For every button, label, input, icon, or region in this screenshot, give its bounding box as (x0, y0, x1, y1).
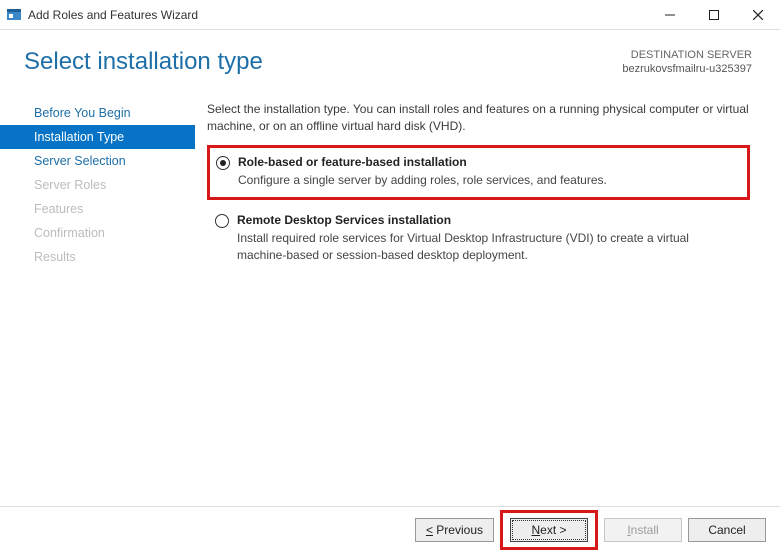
previous-button[interactable]: < Previous (415, 518, 494, 542)
sidebar-item-results: Results (0, 245, 195, 269)
option-role-based[interactable]: Role-based or feature-based installation… (207, 145, 750, 200)
page-title: Select installation type (24, 48, 263, 76)
body: Before You Begin Installation Type Serve… (0, 77, 780, 279)
cancel-button[interactable]: Cancel (688, 518, 766, 542)
window-controls (648, 0, 780, 30)
destination-label: DESTINATION SERVER (622, 48, 752, 62)
window-title: Add Roles and Features Wizard (28, 8, 648, 22)
intro-text: Select the installation type. You can in… (207, 101, 750, 136)
close-button[interactable] (736, 0, 780, 30)
content: Select the installation type. You can in… (195, 97, 780, 279)
destination-value: bezrukovsfmailru-u325397 (622, 62, 752, 76)
option-title: Remote Desktop Services installation (237, 212, 740, 229)
footer: < Previous Next > Install Cancel (0, 506, 780, 552)
option-title: Role-based or feature-based installation (238, 154, 607, 171)
next-highlight: Next > (500, 510, 598, 550)
sidebar-item-before-you-begin[interactable]: Before You Begin (0, 101, 195, 125)
radio-icon[interactable] (215, 214, 229, 228)
install-button: Install (604, 518, 682, 542)
maximize-button[interactable] (692, 0, 736, 30)
sidebar: Before You Begin Installation Type Serve… (0, 97, 195, 279)
sidebar-item-server-selection[interactable]: Server Selection (0, 149, 195, 173)
option-remote-desktop[interactable]: Remote Desktop Services installation Ins… (207, 204, 750, 274)
sidebar-item-server-roles: Server Roles (0, 173, 195, 197)
option-text: Role-based or feature-based installation… (238, 154, 607, 189)
option-desc: Install required role services for Virtu… (237, 230, 740, 265)
next-button[interactable]: Next > (510, 518, 588, 542)
sidebar-item-installation-type[interactable]: Installation Type (0, 125, 195, 149)
destination-server: DESTINATION SERVER bezrukovsfmailru-u325… (622, 48, 752, 77)
radio-icon[interactable] (216, 156, 230, 170)
header: Select installation type DESTINATION SER… (0, 30, 780, 77)
option-text: Remote Desktop Services installation Ins… (237, 212, 740, 264)
titlebar: Add Roles and Features Wizard (0, 0, 780, 30)
option-desc: Configure a single server by adding role… (238, 172, 607, 189)
sidebar-item-confirmation: Confirmation (0, 221, 195, 245)
sidebar-item-features: Features (0, 197, 195, 221)
minimize-button[interactable] (648, 0, 692, 30)
app-icon (6, 7, 22, 23)
